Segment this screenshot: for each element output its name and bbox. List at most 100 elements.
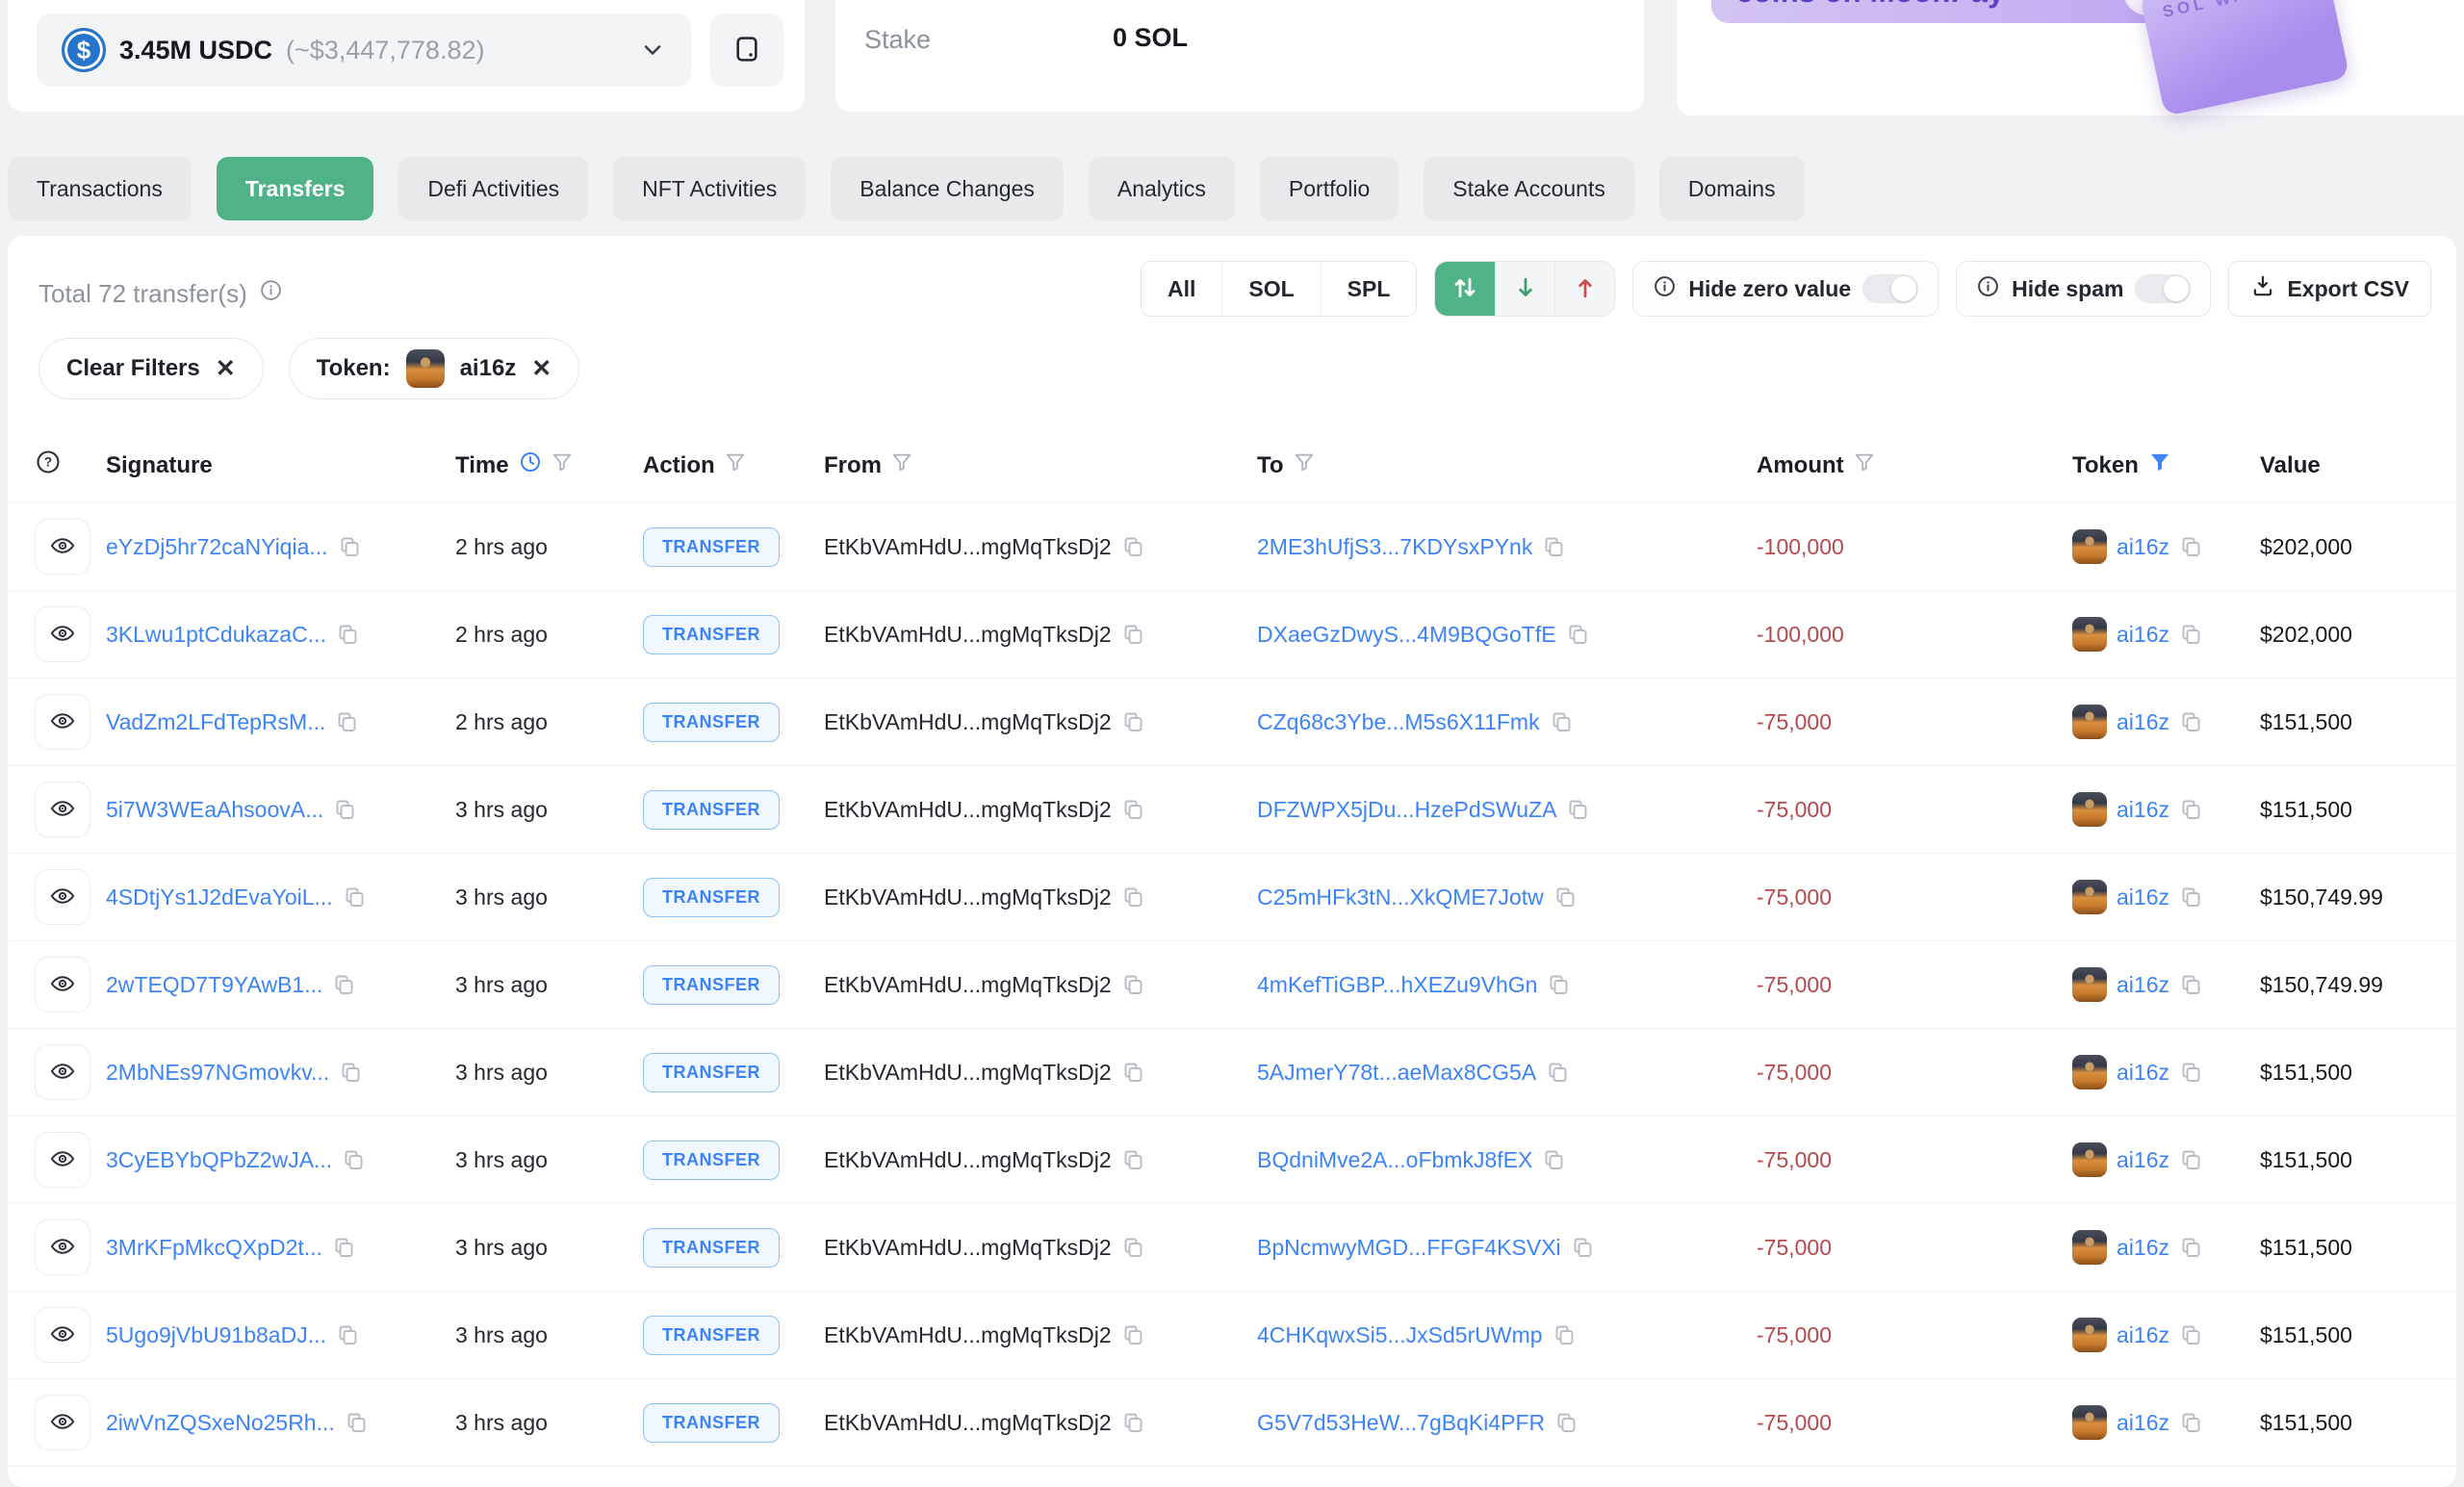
copy-icon[interactable] <box>1554 1411 1578 1434</box>
preview-button[interactable] <box>35 957 90 1013</box>
export-csv-button[interactable]: Export CSV <box>2228 261 2431 317</box>
signature-link[interactable]: 3MrKFpMkcQXpD2t... <box>106 1235 322 1261</box>
copy-icon[interactable] <box>2179 1236 2202 1259</box>
from-address[interactable]: EtKbVAmHdU...mgMqTksDj2 <box>824 885 1112 910</box>
to-address-link[interactable]: G5V7d53HeW...7gBqKi4PFR <box>1257 1410 1545 1436</box>
token-link[interactable]: ai16z <box>2117 709 2169 735</box>
token-filter-chip[interactable]: Token: ai16z ✕ <box>289 338 580 399</box>
signature-link[interactable]: 5i7W3WEaAhsoovA... <box>106 797 323 823</box>
tab-nft-activities[interactable]: NFT Activities <box>613 157 806 220</box>
copy-icon[interactable] <box>1553 885 1577 909</box>
copy-icon[interactable] <box>1121 973 1144 996</box>
copy-icon[interactable] <box>2179 1411 2202 1434</box>
copy-icon[interactable] <box>332 973 355 996</box>
tab-transfers[interactable]: Transfers <box>217 157 374 220</box>
preview-button[interactable] <box>35 1219 90 1275</box>
clear-filters-chip[interactable]: Clear Filters ✕ <box>38 338 264 399</box>
token-link[interactable]: ai16z <box>2117 1147 2169 1173</box>
to-address-link[interactable]: 5AJmerY78t...aeMax8CG5A <box>1257 1060 1536 1086</box>
token-link[interactable]: ai16z <box>2117 1322 2169 1348</box>
copy-icon[interactable] <box>1546 1061 1569 1084</box>
preview-button[interactable] <box>35 782 90 837</box>
direction-out-button[interactable] <box>1554 262 1614 316</box>
hide-zero-value-toggle[interactable] <box>1862 274 1918 303</box>
signature-link[interactable]: 3CyEBYbQPbZ2wJA... <box>106 1147 332 1173</box>
filter-spl-button[interactable]: SPL <box>1321 262 1417 316</box>
copy-icon[interactable] <box>2179 623 2202 646</box>
copy-icon[interactable] <box>1542 1148 1565 1171</box>
filter-funnel-active-icon[interactable] <box>2148 450 2171 480</box>
direction-in-button[interactable] <box>1495 262 1554 316</box>
token-balance-dropdown[interactable]: $ 3.45M USDC (~$3,447,778.82) <box>37 13 691 87</box>
filter-funnel-icon[interactable] <box>725 451 746 479</box>
preview-button[interactable] <box>35 1307 90 1363</box>
to-address-link[interactable]: BpNcmwyMGD...FFGF4KSVXi <box>1257 1235 1561 1261</box>
copy-icon[interactable] <box>336 1323 359 1346</box>
copy-icon[interactable] <box>1553 1323 1576 1346</box>
copy-icon[interactable] <box>2179 1148 2202 1171</box>
preview-button[interactable] <box>35 1044 90 1100</box>
copy-icon[interactable] <box>2179 710 2202 733</box>
copy-icon[interactable] <box>1547 973 1570 996</box>
tab-balance-changes[interactable]: Balance Changes <box>831 157 1064 220</box>
to-address-link[interactable]: 2ME3hUfjS3...7KDYsxPYnk <box>1257 534 1532 560</box>
token-link[interactable]: ai16z <box>2117 972 2169 998</box>
copy-icon[interactable] <box>1121 623 1144 646</box>
copy-icon[interactable] <box>1542 535 1565 558</box>
from-address[interactable]: EtKbVAmHdU...mgMqTksDj2 <box>824 709 1112 735</box>
to-address-link[interactable]: DFZWPX5jDu...HzePdSWuZA <box>1257 797 1556 823</box>
from-address[interactable]: EtKbVAmHdU...mgMqTksDj2 <box>824 972 1112 998</box>
signature-link[interactable]: eYzDj5hr72caNYiqia... <box>106 534 328 560</box>
copy-icon[interactable] <box>345 1411 368 1434</box>
filter-funnel-icon[interactable] <box>1294 451 1315 479</box>
from-address[interactable]: EtKbVAmHdU...mgMqTksDj2 <box>824 1147 1112 1173</box>
from-address[interactable]: EtKbVAmHdU...mgMqTksDj2 <box>824 1235 1112 1261</box>
tab-portfolio[interactable]: Portfolio <box>1260 157 1399 220</box>
token-link[interactable]: ai16z <box>2117 622 2169 648</box>
tab-stake-accounts[interactable]: Stake Accounts <box>1424 157 1634 220</box>
token-link[interactable]: ai16z <box>2117 797 2169 823</box>
copy-icon[interactable] <box>1121 1411 1144 1434</box>
signature-link[interactable]: 4SDtjYs1J2dEvaYoiL... <box>106 885 333 910</box>
copy-icon[interactable] <box>2179 798 2202 821</box>
copy-icon[interactable] <box>1121 1236 1144 1259</box>
tab-domains[interactable]: Domains <box>1659 157 1805 220</box>
clock-icon[interactable] <box>519 450 542 480</box>
info-icon[interactable] <box>259 278 283 309</box>
question-icon[interactable]: ? <box>35 449 62 482</box>
preview-button[interactable] <box>35 869 90 925</box>
signature-link[interactable]: VadZm2LFdTepRsM... <box>106 709 325 735</box>
tab-defi-activities[interactable]: Defi Activities <box>398 157 588 220</box>
copy-icon[interactable] <box>339 1061 362 1084</box>
tab-analytics[interactable]: Analytics <box>1089 157 1235 220</box>
copy-icon[interactable] <box>338 535 361 558</box>
copy-icon[interactable] <box>1121 1061 1144 1084</box>
copy-icon[interactable] <box>1121 885 1144 909</box>
to-address-link[interactable]: CZq68c3Ybe...M5s6X11Fmk <box>1257 709 1540 735</box>
token-link[interactable]: ai16z <box>2117 1060 2169 1086</box>
signature-link[interactable]: 2MbNEs97NGmovkv... <box>106 1060 329 1086</box>
to-address-link[interactable]: C25mHFk3tN...XkQME7Jotw <box>1257 885 1544 910</box>
preview-button[interactable] <box>35 606 90 662</box>
copy-icon[interactable] <box>342 1148 365 1171</box>
copy-icon[interactable] <box>2179 535 2202 558</box>
token-link[interactable]: ai16z <box>2117 534 2169 560</box>
token-link[interactable]: ai16z <box>2117 885 2169 910</box>
close-icon[interactable]: ✕ <box>531 354 552 383</box>
copy-icon[interactable] <box>2179 973 2202 996</box>
from-address[interactable]: EtKbVAmHdU...mgMqTksDj2 <box>824 797 1112 823</box>
copy-icon[interactable] <box>1121 710 1144 733</box>
copy-icon[interactable] <box>2179 1061 2202 1084</box>
preview-button[interactable] <box>35 1132 90 1188</box>
hide-spam-toggle[interactable] <box>2135 274 2191 303</box>
filter-all-button[interactable]: All <box>1142 262 1221 316</box>
signature-link[interactable]: 5Ugo9jVbU91b8aDJ... <box>106 1322 326 1348</box>
copy-icon[interactable] <box>2179 885 2202 909</box>
copy-icon[interactable] <box>1121 535 1144 558</box>
signature-link[interactable]: 3KLwu1ptCdukazaC... <box>106 622 326 648</box>
copy-icon[interactable] <box>1566 798 1589 821</box>
filter-funnel-icon[interactable] <box>891 451 912 479</box>
wallet-view-button[interactable] <box>710 13 783 87</box>
copy-icon[interactable] <box>336 623 359 646</box>
filter-sol-button[interactable]: SOL <box>1221 262 1320 316</box>
